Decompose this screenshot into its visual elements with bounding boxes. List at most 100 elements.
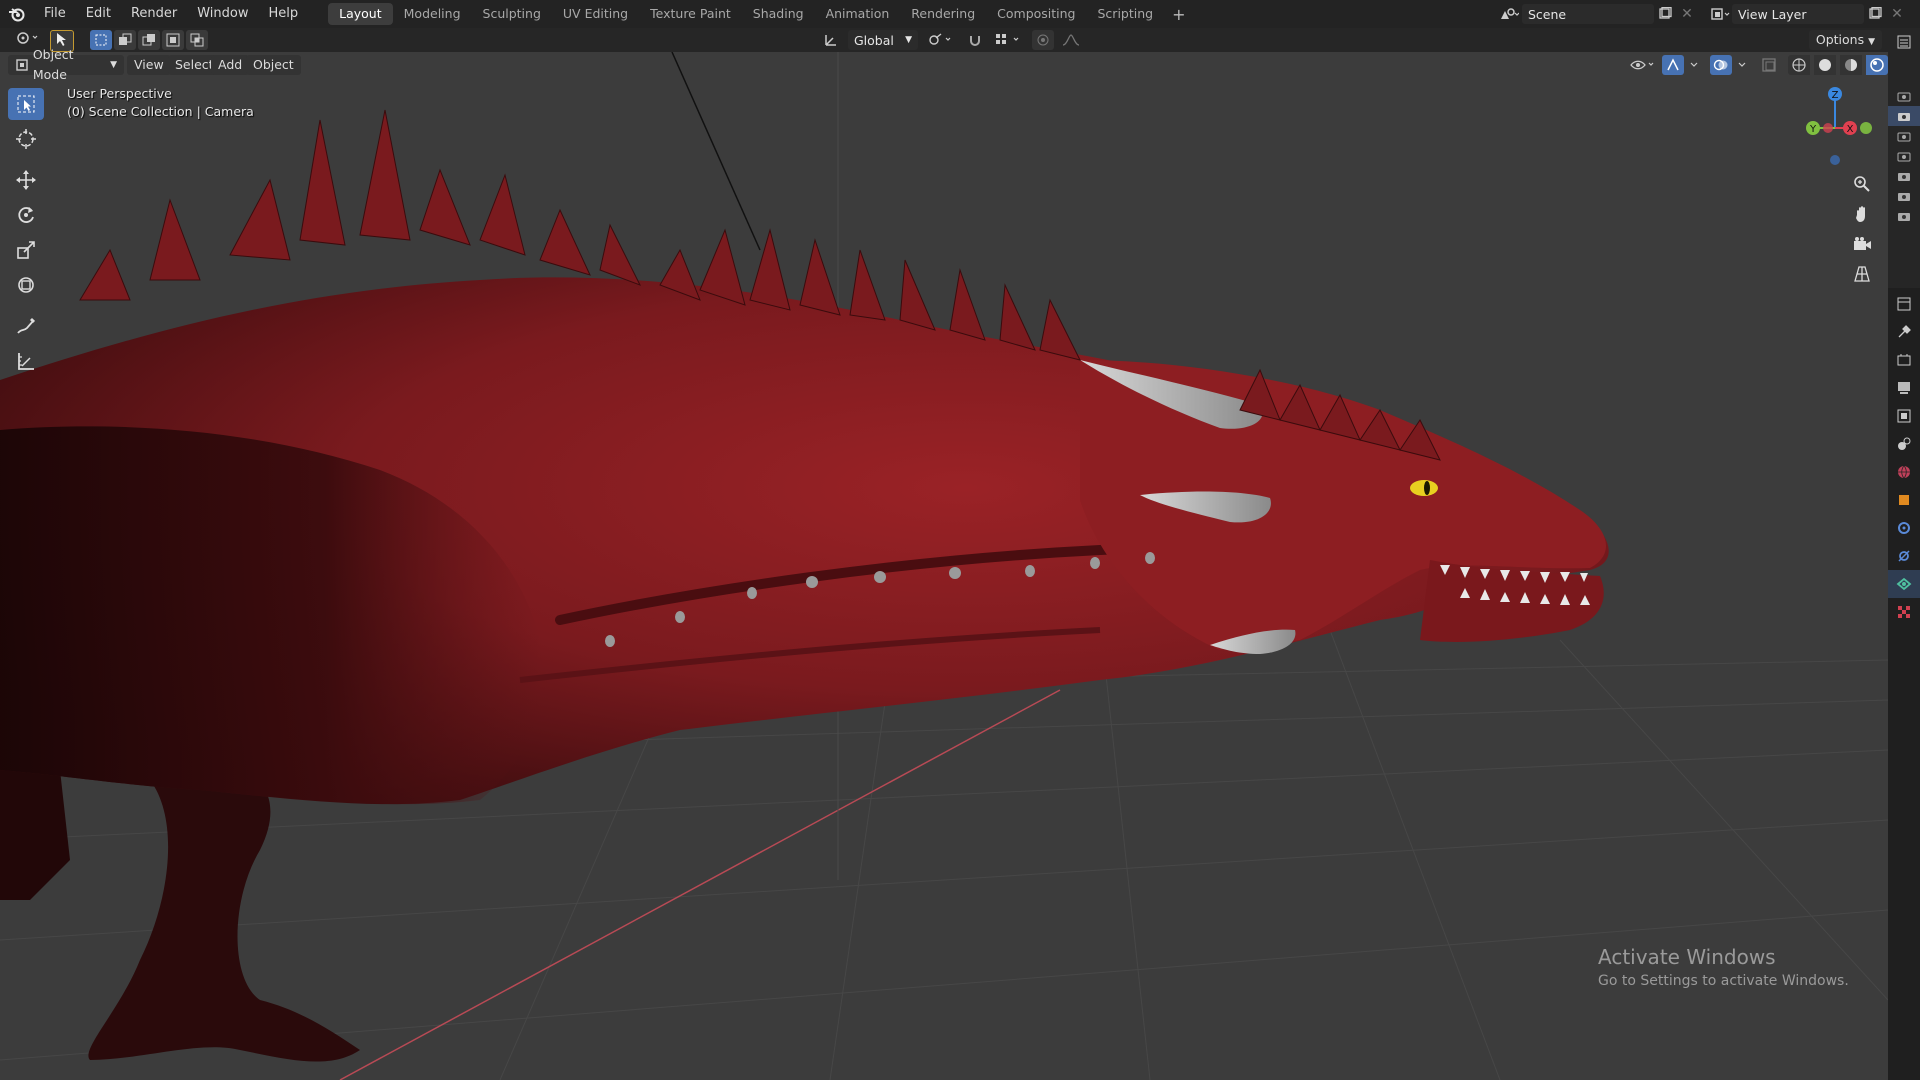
move-tool[interactable] [8,164,44,196]
collection-camera-icon-2[interactable] [1888,106,1920,126]
properties-editor-icon[interactable] [1888,290,1920,318]
select-subtract-icon[interactable] [138,30,160,50]
tab-shading[interactable]: Shading [742,3,815,25]
shading-material-icon[interactable] [1840,55,1862,75]
delete-view-layer-icon[interactable]: ✕ [1886,4,1908,24]
collection-camera-icon-7[interactable] [1888,206,1920,226]
proportional-falloff-icon[interactable] [1060,30,1082,50]
selection-mode-group [90,30,208,50]
transform-orientation-dropdown[interactable]: Global ▼ [848,30,918,50]
view-layer-browse-icon[interactable] [1710,4,1732,24]
collection-camera-icon-1[interactable] [1888,86,1920,106]
select-box-tool[interactable] [8,88,44,120]
visibility-eye-icon[interactable] [1628,55,1658,75]
chevron-down-icon: ▼ [905,35,912,45]
menu-help[interactable]: Help [259,0,309,28]
scene-controls: Scene ✕ View Layer ✕ [1498,0,1920,28]
select-invert-icon[interactable] [162,30,184,50]
tab-sculpting[interactable]: Sculpting [472,3,552,25]
view-layer-properties-icon[interactable] [1888,402,1920,430]
camera-view-icon[interactable] [1846,230,1878,258]
scene-properties-icon[interactable] [1888,430,1920,458]
measure-tool[interactable] [8,345,44,377]
shading-wireframe-icon[interactable] [1788,55,1810,75]
perspective-grid-icon[interactable] [1846,260,1878,288]
tab-uv-editing[interactable]: UV Editing [552,3,639,25]
tab-layout[interactable]: Layout [328,3,393,25]
viewport-menu-add[interactable]: Add [211,55,250,75]
viewport-header: Object Mode ▼ View Select Add Object [0,47,1903,82]
blender-logo-icon[interactable] [0,0,34,28]
xray-toggle-icon[interactable] [1758,55,1780,75]
collection-camera-icon-4[interactable] [1888,146,1920,166]
pivot-point-icon[interactable] [924,30,958,50]
left-toolbar [8,88,48,380]
menu-render[interactable]: Render [121,0,187,28]
gizmo-toggle-icon[interactable] [1662,55,1684,75]
texture-properties-icon[interactable] [1888,598,1920,626]
overlays-dropdown-icon[interactable] [1736,55,1748,75]
tool-properties-icon[interactable] [1888,318,1920,346]
viewport-menu-object[interactable]: Object [246,55,301,75]
render-properties-icon[interactable] [1888,346,1920,374]
menu-file[interactable]: File [34,0,76,28]
transform-orientation-icon[interactable] [820,30,842,50]
shading-rendered-icon[interactable] [1866,55,1888,75]
snap-icon[interactable] [964,30,986,50]
tab-rendering[interactable]: Rendering [900,3,986,25]
options-label: Options [1815,32,1865,47]
object-mode-dropdown[interactable]: Object Mode ▼ [8,47,124,82]
snap-target-icon[interactable] [992,30,1026,50]
collection-camera-icon-3[interactable] [1888,126,1920,146]
delete-scene-icon[interactable]: ✕ [1676,4,1698,24]
properties-tabs [1888,290,1920,626]
scene-name-field[interactable]: Scene [1522,4,1654,24]
navigation-gizmo[interactable]: Z Y X [1790,80,1880,170]
top-bar: File Edit Render Window Help Layout Mode… [0,0,1920,28]
select-intersect-icon[interactable] [186,30,208,50]
pan-hand-icon[interactable] [1846,200,1878,228]
physics-properties-icon[interactable] [1888,542,1920,570]
menu-window[interactable]: Window [187,0,258,28]
3d-viewport[interactable]: User Perspective (0) Scene Collection | … [0,52,1888,1080]
viewport-scene [0,52,1888,1080]
view-layer-field[interactable]: View Layer [1732,4,1864,24]
cursor-tool[interactable] [8,123,44,155]
menu-edit[interactable]: Edit [76,0,121,28]
add-workspace-button[interactable]: + [1164,5,1193,24]
shading-solid-icon[interactable] [1814,55,1836,75]
workspace-tabs: Layout Modeling Sculpting UV Editing Tex… [328,0,1193,28]
modifier-properties-icon[interactable] [1888,514,1920,542]
new-view-layer-icon[interactable] [1864,4,1886,24]
options-dropdown[interactable]: Options ▼ [1808,30,1882,50]
annotate-tool[interactable] [8,310,44,342]
select-extend-icon[interactable] [114,30,136,50]
transform-tool[interactable] [8,269,44,301]
gizmo-y-label: Y [1809,124,1817,135]
activate-windows-title: Activate Windows [1598,945,1776,969]
object-data-properties-icon[interactable] [1888,570,1920,598]
scale-tool[interactable] [8,234,44,266]
tab-compositing[interactable]: Compositing [986,3,1086,25]
new-scene-icon[interactable] [1654,4,1676,24]
proportional-edit-icon[interactable] [1032,30,1054,50]
outliner-icon[interactable] [1888,28,1920,56]
collection-camera-icon-6[interactable] [1888,186,1920,206]
tab-scripting[interactable]: Scripting [1087,3,1165,25]
collection-camera-icon-5[interactable] [1888,166,1920,186]
viewport-perspective-label: User Perspective [67,86,172,101]
scene-browse-icon[interactable] [1498,4,1520,24]
tab-texture-paint[interactable]: Texture Paint [639,3,742,25]
zoom-icon[interactable] [1846,170,1878,198]
object-properties-icon[interactable] [1888,486,1920,514]
gizmo-dropdown-icon[interactable] [1688,55,1700,75]
output-properties-icon[interactable] [1888,374,1920,402]
overlays-toggle-icon[interactable] [1710,55,1732,75]
chevron-down-icon: ▼ [1868,37,1875,47]
rotate-tool[interactable] [8,199,44,231]
view-layer-name: View Layer [1738,6,1807,22]
tab-modeling[interactable]: Modeling [393,3,472,25]
world-properties-icon[interactable] [1888,458,1920,486]
viewport-menu-view[interactable]: View [127,55,171,75]
tab-animation[interactable]: Animation [815,3,901,25]
